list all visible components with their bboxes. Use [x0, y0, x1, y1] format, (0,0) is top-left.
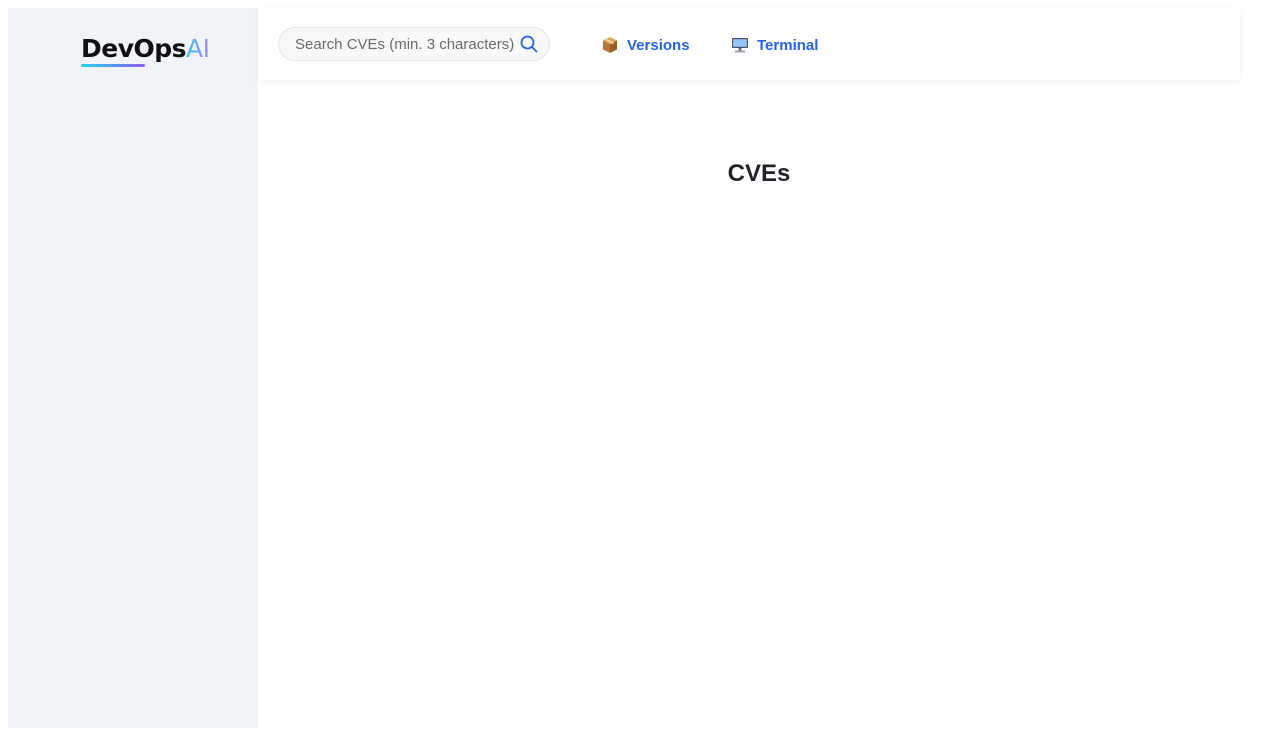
package-icon — [603, 37, 617, 53]
brand-logo[interactable]: DevOpsAI — [81, 34, 210, 68]
nav-terminal-label: Terminal — [757, 36, 819, 54]
nav-versions-label: Versions — [627, 36, 690, 54]
nav-versions-link[interactable]: Versions — [601, 35, 690, 55]
sidebar: DevOpsAI — [8, 8, 258, 728]
page-title: CVEs — [727, 160, 791, 187]
top-bar: Versions Terminal — [258, 8, 1240, 80]
computer-icon — [732, 38, 748, 53]
brand-name-main: DevOps — [81, 34, 187, 63]
brand-name: DevOpsAI — [81, 34, 210, 63]
search-icon[interactable] — [519, 34, 539, 54]
search-box — [278, 27, 550, 61]
brand-underline — [81, 64, 145, 67]
search-input[interactable] — [279, 28, 519, 60]
app-frame: DevOpsAI Versions — [8, 8, 1272, 728]
main-content: CVEs — [258, 80, 1272, 728]
nav-terminal-link[interactable]: Terminal — [731, 35, 818, 55]
brand-name-accent: AI — [186, 34, 210, 63]
